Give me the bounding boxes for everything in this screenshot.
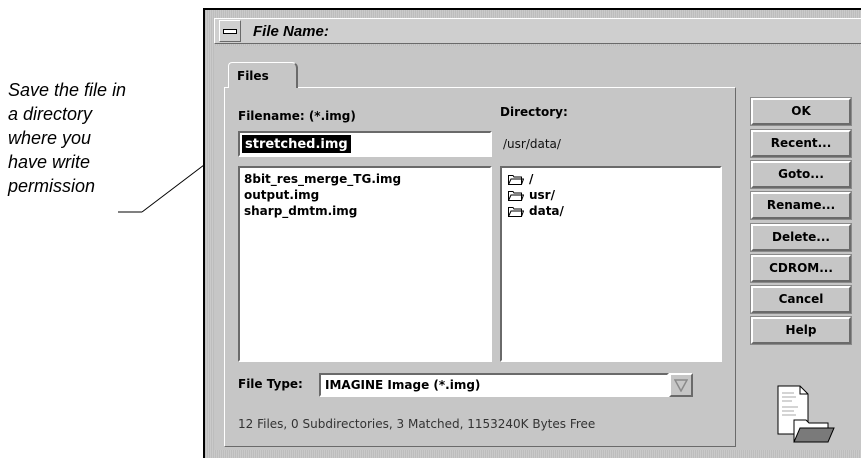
file-type-select[interactable]: IMAGINE Image (*.img) [319, 373, 669, 397]
list-item[interactable]: data/ [506, 203, 716, 219]
help-button[interactable]: Help [750, 316, 852, 345]
file-name: 8bit_res_merge_TG.img [244, 172, 402, 186]
annotation-line: permission [8, 176, 96, 196]
list-item[interactable]: usr/ [506, 187, 716, 203]
cdrom-button[interactable]: CDROM... [750, 254, 852, 283]
directory-label: Directory: [500, 105, 568, 119]
document-folder-icon [777, 385, 835, 443]
rename-button[interactable]: Rename... [750, 191, 852, 220]
file-name: sharp_dmtm.img [244, 204, 358, 218]
cancel-button[interactable]: Cancel [750, 285, 852, 314]
file-type-dropdown-button[interactable] [669, 373, 693, 397]
annotation-line: a directory [8, 104, 93, 124]
chevron-down-icon [674, 379, 688, 392]
annotation-callout: Save the file in a directory where you h… [8, 78, 188, 198]
delete-button[interactable]: Delete... [750, 223, 852, 252]
title-bar[interactable]: File Name: [214, 18, 861, 44]
ok-button[interactable]: OK [750, 97, 852, 126]
filename-input[interactable]: stretched.img [238, 131, 492, 157]
file-name: output.img [244, 188, 320, 202]
tab-files[interactable]: Files [228, 62, 298, 88]
dialog-body: Files Filename: (*.img) Directory: stret… [214, 46, 861, 450]
folder-icon [508, 206, 524, 217]
list-item[interactable]: 8bit_res_merge_TG.img [244, 171, 486, 187]
directory-name: usr/ [529, 188, 555, 202]
annotation-line: have write [8, 152, 91, 172]
recent-button[interactable]: Recent... [750, 129, 852, 158]
annotation-line: where you [8, 128, 92, 148]
file-type-label: File Type: [238, 377, 303, 391]
window-menu-button[interactable] [219, 20, 241, 42]
window-title: File Name: [253, 22, 329, 40]
annotation-line: Save the file in [8, 80, 127, 100]
window-menu-icon [223, 28, 237, 34]
directory-name: data/ [529, 204, 564, 218]
list-item[interactable]: output.img [244, 187, 486, 203]
list-item[interactable]: / [506, 171, 716, 187]
filename-label: Filename: (*.img) [238, 109, 356, 123]
directory-list[interactable]: / usr/ data/ [500, 166, 722, 362]
list-item[interactable]: sharp_dmtm.img [244, 203, 486, 219]
status-text: 12 Files, 0 Subdirectories, 3 Matched, 1… [238, 417, 596, 431]
file-list[interactable]: 8bit_res_merge_TG.img output.img sharp_d… [238, 166, 492, 362]
folder-icon [508, 174, 524, 185]
filename-input-value: stretched.img [242, 135, 351, 153]
directory-path: /usr/data/ [503, 137, 561, 151]
goto-button[interactable]: Goto... [750, 160, 852, 189]
folder-icon [508, 190, 524, 201]
file-dialog-window: File Name: Files Filename: (*.img) Direc… [203, 8, 861, 458]
directory-name: / [529, 172, 534, 186]
